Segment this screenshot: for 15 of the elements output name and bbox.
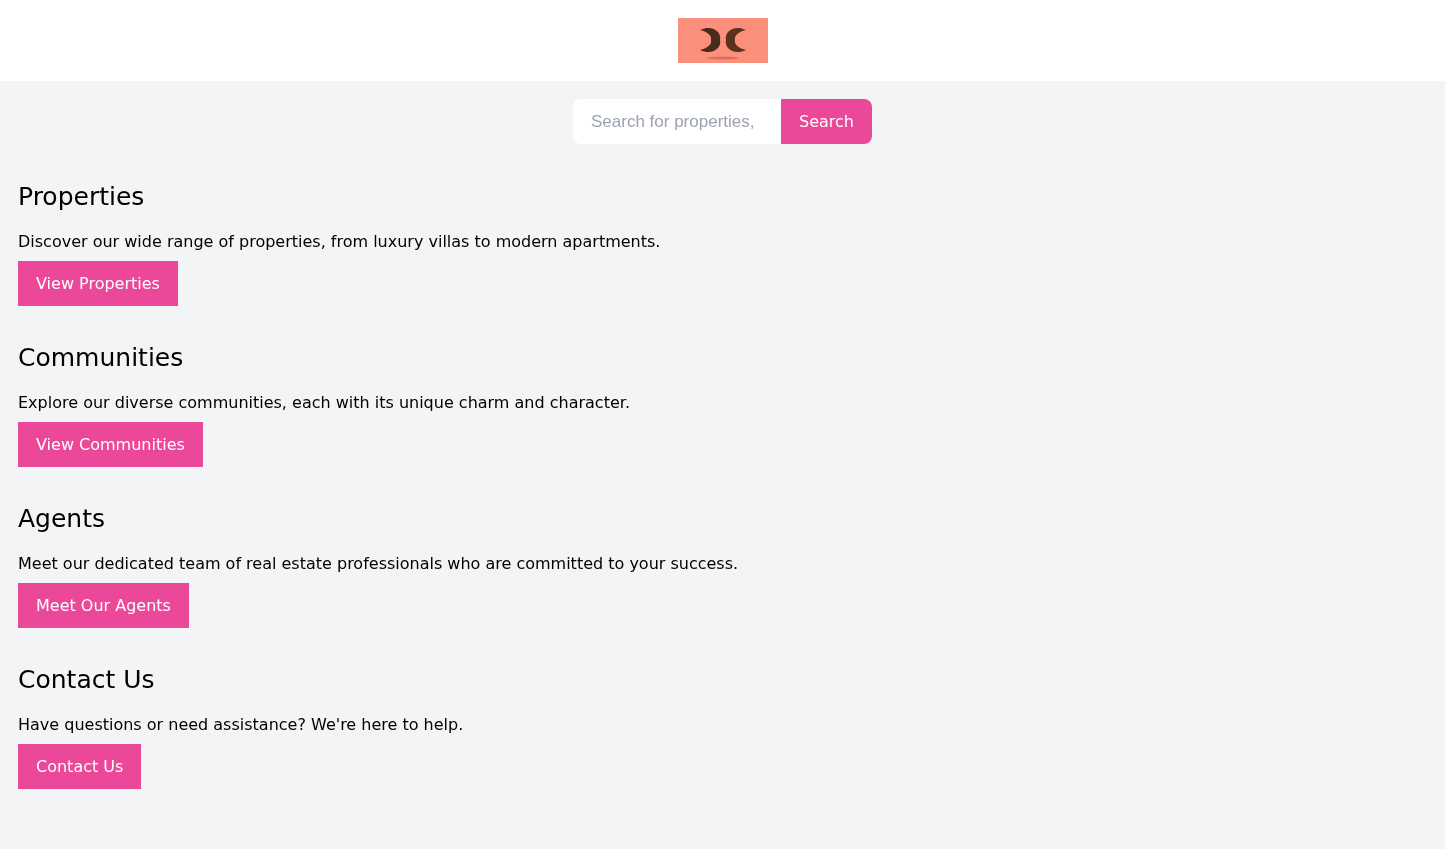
logo-icon (677, 18, 768, 63)
section-description: Explore our diverse communities, each with its unique charm and character. (18, 392, 631, 414)
section-button[interactable]: View Communities (18, 422, 203, 467)
section-description: Have questions or need assistance? We're here to help. (18, 714, 465, 736)
search-field[interactable]: Search for properties, (573, 99, 781, 144)
section-button[interactable]: View Properties (18, 261, 178, 306)
section-heading: Agents (18, 504, 107, 534)
search-button[interactable]: Search (781, 99, 872, 144)
section-description: Meet our dedicated team of real estate professionals who are committed to your success. (18, 553, 740, 575)
section-button[interactable]: Meet Our Agents (18, 583, 189, 628)
section-heading: Communities (18, 343, 185, 373)
section-heading: Contact Us (18, 665, 156, 695)
section-heading: Properties (18, 182, 146, 212)
section-description: Discover our wide range of properties, from luxury villas to modern apartments. (18, 231, 662, 253)
section-button[interactable]: Contact Us (18, 744, 142, 789)
